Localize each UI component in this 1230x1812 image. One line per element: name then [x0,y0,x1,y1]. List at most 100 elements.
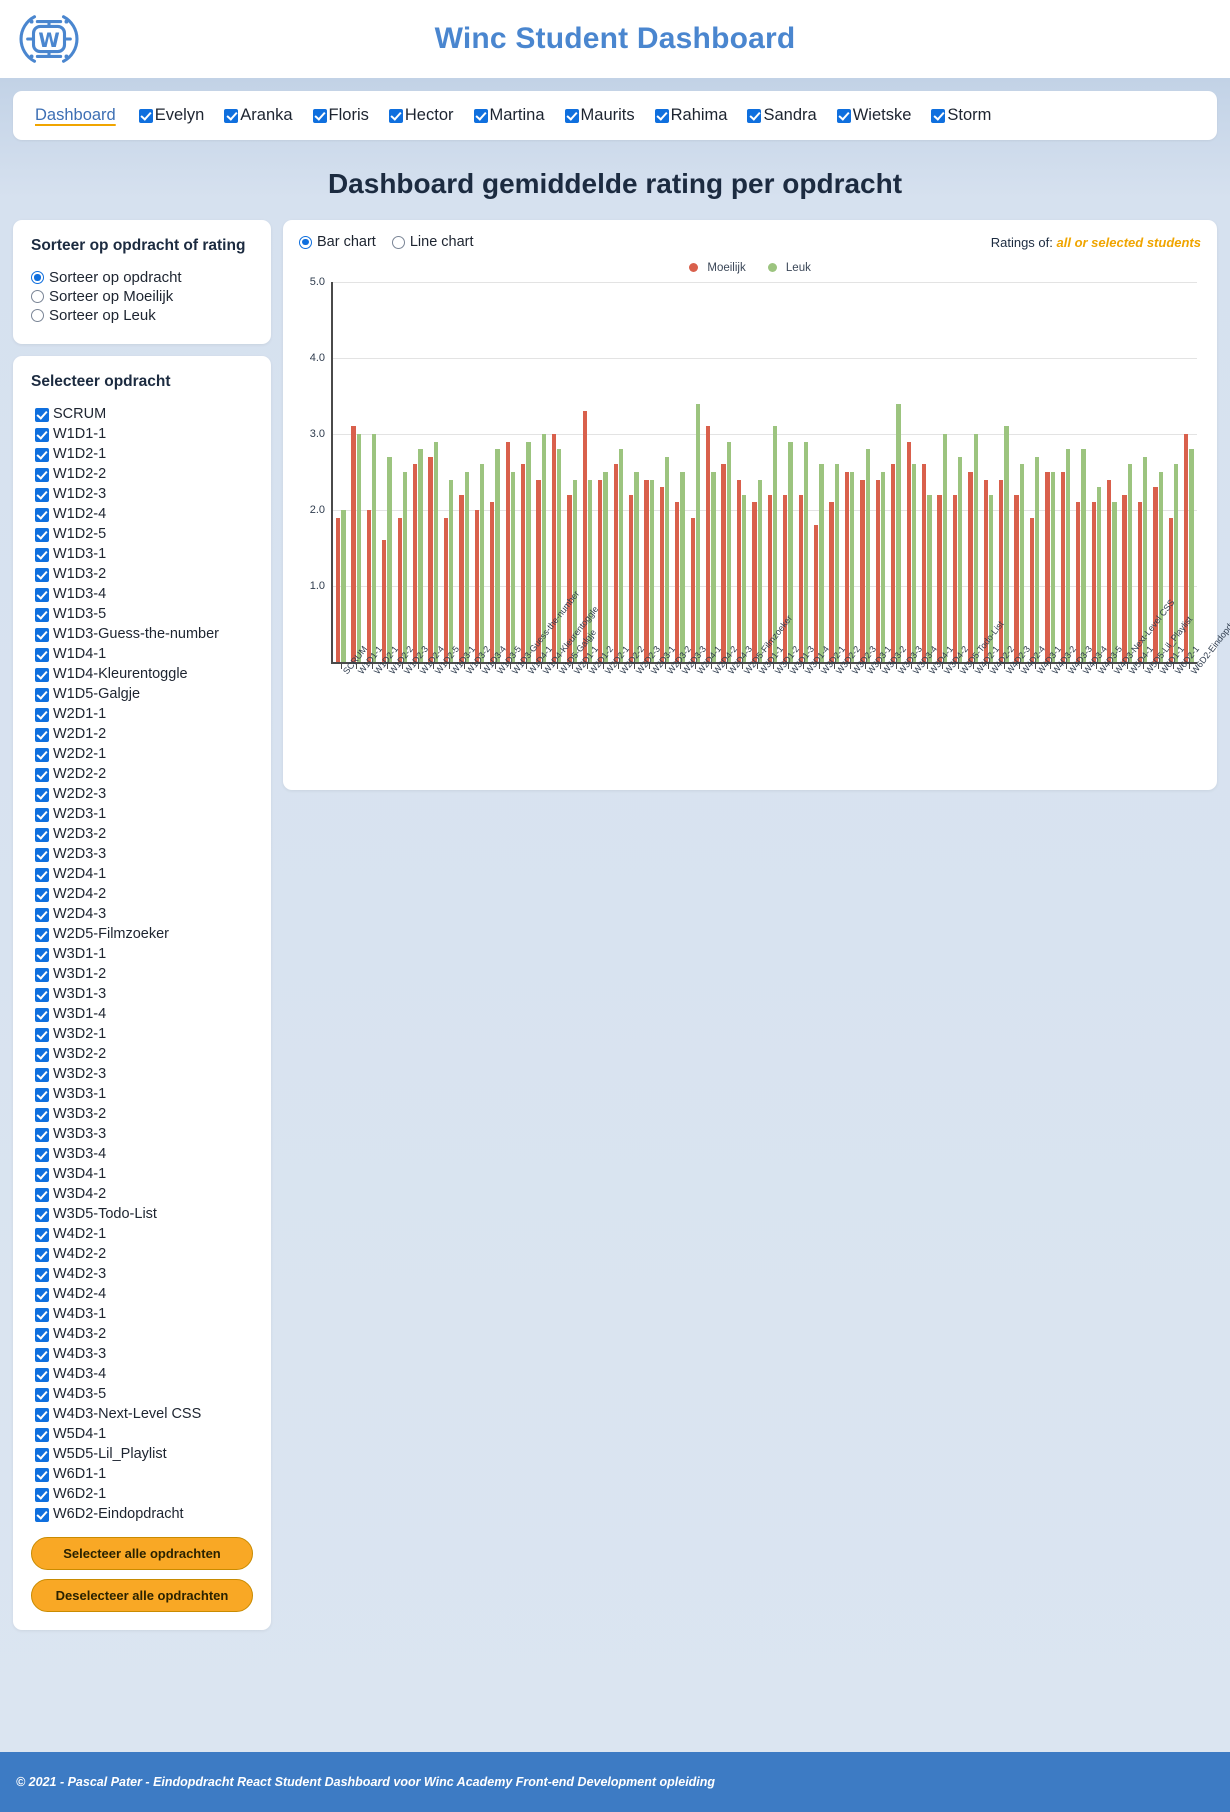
bar-moeilijk[interactable] [891,464,896,662]
sort-option-2[interactable]: Sorteer op Leuk [31,307,253,324]
assignment-item[interactable]: W4D3-1 [31,1305,253,1325]
assignment-item[interactable]: W3D2-1 [31,1025,253,1045]
bar-moeilijk[interactable] [1076,502,1081,662]
bar-moeilijk[interactable] [613,464,618,662]
assignment-checkbox[interactable] [35,748,49,762]
assignment-item[interactable]: W6D2-1 [31,1485,253,1505]
bar-moeilijk[interactable] [921,464,927,662]
bar-group[interactable] [780,282,795,662]
select-all-button[interactable]: Selecteer alle opdrachten [31,1537,253,1570]
assignment-checkbox[interactable] [35,1368,49,1382]
assignment-checkbox[interactable] [35,708,49,722]
bar-moeilijk[interactable] [721,464,726,662]
assignment-checkbox[interactable] [35,968,49,982]
student-filter-evelyn[interactable]: Evelyn [138,106,204,125]
bar-leuk[interactable] [1127,464,1133,662]
assignment-checkbox[interactable] [35,688,49,702]
bar-leuk[interactable] [1112,502,1117,662]
bar-group[interactable] [641,282,656,662]
bar-group[interactable] [1042,282,1057,662]
bar-group[interactable] [333,282,348,662]
bar-leuk[interactable] [726,441,732,662]
bar-group[interactable] [441,282,456,662]
assignment-checkbox[interactable] [35,1428,49,1442]
bar-moeilijk[interactable] [706,426,711,662]
bar-group[interactable] [811,282,826,662]
assignment-item[interactable]: W1D3-4 [31,585,253,605]
bar-leuk[interactable] [1050,472,1055,662]
student-checkbox-rahima[interactable] [654,108,669,123]
student-filter-rahima[interactable]: Rahima [654,106,727,125]
assignment-checkbox[interactable] [35,448,49,462]
assignment-item[interactable]: W1D3-1 [31,545,253,565]
bar-moeilijk[interactable] [937,494,942,662]
bar-group[interactable] [965,282,980,662]
assignment-item[interactable]: W3D1-2 [31,965,253,985]
assignment-checkbox[interactable] [35,548,49,562]
assignment-checkbox[interactable] [35,1348,49,1362]
bar-moeilijk[interactable] [752,502,757,662]
assignment-item[interactable]: W3D3-2 [31,1105,253,1125]
bar-group[interactable] [395,282,410,662]
bar-group[interactable] [981,282,996,662]
chart-type-bar-radio[interactable] [299,235,312,249]
assignment-item[interactable]: W2D2-1 [31,745,253,765]
bar-leuk[interactable] [402,472,408,662]
bar-moeilijk[interactable] [628,494,634,662]
bar-group[interactable] [626,282,641,662]
assignment-checkbox[interactable] [35,588,49,602]
bar-leuk[interactable] [603,472,608,662]
bar-leuk[interactable] [649,479,654,662]
bar-group[interactable] [611,282,626,662]
assignment-checkbox[interactable] [35,1228,49,1242]
assignment-checkbox[interactable] [35,928,49,942]
assignment-checkbox[interactable] [35,808,49,822]
bar-leuk[interactable] [1189,449,1194,662]
assignment-item[interactable]: W4D3-4 [31,1365,253,1385]
assignment-checkbox[interactable] [35,568,49,582]
assignment-checkbox[interactable] [35,1308,49,1322]
bar-moeilijk[interactable] [813,525,819,662]
bar-leuk[interactable] [896,403,901,662]
bar-group[interactable] [503,282,518,662]
bar-moeilijk[interactable] [1014,494,1019,662]
assignment-item[interactable]: W2D3-3 [31,845,253,865]
student-filter-sandra[interactable]: Sandra [747,106,817,125]
bar-moeilijk[interactable] [875,479,880,662]
bar-group[interactable] [426,282,441,662]
assignment-checkbox[interactable] [35,628,49,642]
bar-leuk[interactable] [695,403,701,662]
student-checkbox-sandra[interactable] [747,108,762,123]
student-checkbox-hector[interactable] [388,108,403,123]
bar-leuk[interactable] [356,434,361,662]
bar-moeilijk[interactable] [829,502,834,662]
assignment-checkbox[interactable] [35,528,49,542]
bar-leuk[interactable] [418,449,423,662]
assignment-item[interactable]: W1D2-4 [31,505,253,525]
assignment-checkbox[interactable] [35,408,49,422]
bar-leuk[interactable] [803,441,809,662]
bar-moeilijk[interactable] [382,540,387,662]
bar-leuk[interactable] [927,494,932,662]
bar-leuk[interactable] [449,479,454,662]
bar-group[interactable] [348,282,363,662]
assignment-item[interactable]: W3D4-1 [31,1165,253,1185]
bar-group[interactable] [364,282,379,662]
assignment-item[interactable]: W3D2-2 [31,1045,253,1065]
bar-group[interactable] [1181,282,1196,662]
student-checkbox-maurits[interactable] [564,108,579,123]
assignment-checkbox[interactable] [35,1508,49,1522]
assignment-item[interactable]: W2D1-2 [31,725,253,745]
bar-leuk[interactable] [1096,487,1102,662]
assignment-item[interactable]: W2D1-1 [31,705,253,725]
legend-item-moeilijk[interactable]: Moeilijk [689,262,746,274]
chart-type-line[interactable]: Line chart [391,234,474,250]
assignment-checkbox[interactable] [35,728,49,742]
student-filter-hector[interactable]: Hector [388,106,454,125]
bar-leuk[interactable] [480,464,485,662]
bar-group[interactable] [827,282,842,662]
chart-type-bar[interactable]: Bar chart [299,234,376,250]
bar-moeilijk[interactable] [783,494,788,662]
deselect-all-button[interactable]: Deselecteer alle opdrachten [31,1579,253,1612]
assignment-checkbox[interactable] [35,1068,49,1082]
